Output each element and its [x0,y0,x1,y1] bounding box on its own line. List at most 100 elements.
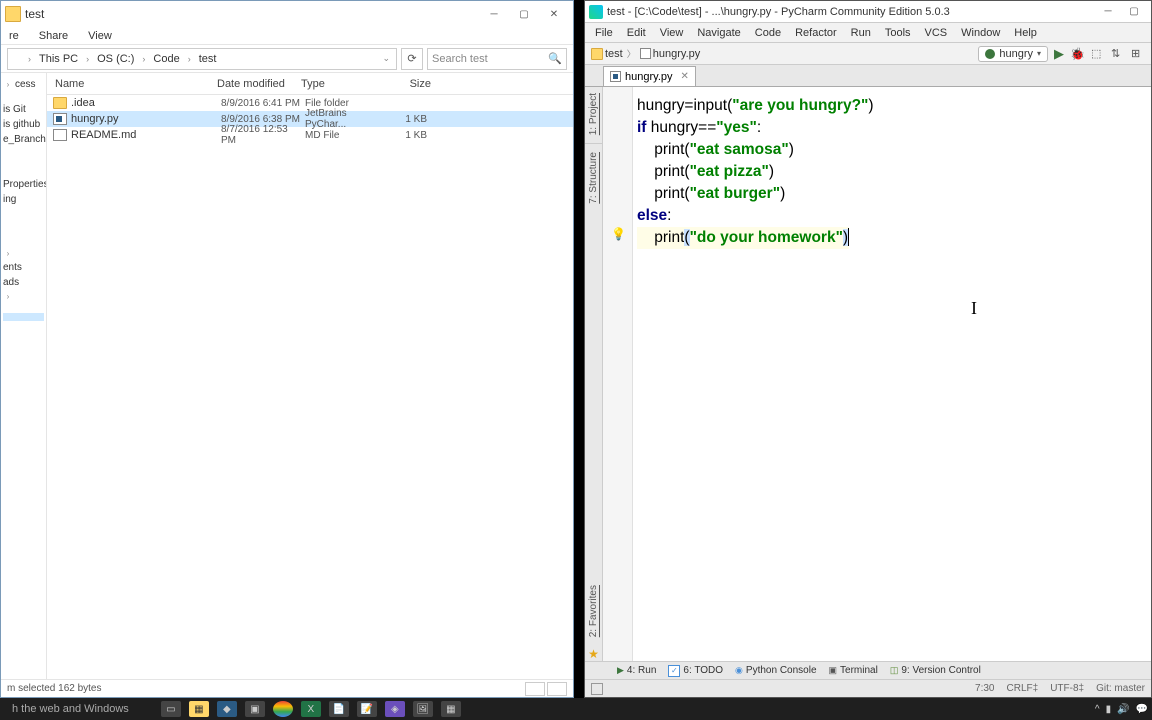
structure-tool[interactable]: 7: Structure [588,146,599,210]
menu-tools[interactable]: Tools [879,25,917,41]
intention-bulb-icon[interactable]: 💡 [611,227,626,241]
search-input[interactable]: Search test 🔍 [427,48,567,70]
line-separator[interactable]: CRLF‡ [1007,683,1039,694]
menu-view[interactable]: View [654,25,690,41]
chevron-right-icon[interactable]: › [84,54,91,64]
caret-position[interactable]: 7:30 [975,683,994,694]
volume-icon[interactable]: 🔊 [1117,704,1129,715]
menu-run[interactable]: Run [845,25,877,41]
menu-navigate[interactable]: Navigate [691,25,746,41]
maximize-button[interactable]: ▢ [1121,3,1147,21]
taskbar-search[interactable]: h the web and Windows [4,703,137,715]
breadcrumb-file[interactable]: hungry.py [640,48,701,60]
photos-icon[interactable]: 🖼 [413,701,433,717]
project-tool[interactable]: 1: Project [588,87,599,141]
ribbon-tab[interactable]: Share [39,30,68,42]
menu-vcs[interactable]: VCS [919,25,954,41]
col-name[interactable]: Name [47,78,217,90]
windows-taskbar[interactable]: h the web and Windows ▭ ▦ ◆ ▣ X 📄 📝 ◈ 🖼 … [0,698,1152,720]
task-view-icon[interactable]: ▭ [161,701,181,717]
system-tray[interactable]: ^ ▮ 🔊 💬 [1095,704,1148,715]
status-tool-icon[interactable] [591,683,603,695]
editor-area[interactable]: 💡 hungry=input("are you hungry?") if hun… [603,87,1151,661]
todo-tool[interactable]: 6: TODO [668,665,723,677]
view-large-icon[interactable] [547,682,567,696]
close-tab-icon[interactable]: ✕ [681,71,689,82]
python-file-icon [640,48,651,59]
run-button[interactable]: ▶ [1054,46,1064,62]
col-date[interactable]: Date modified [217,78,301,90]
dropdown-icon[interactable]: ⌄ [380,53,392,64]
chevron-right-icon[interactable]: › [26,54,33,64]
favorites-tool[interactable]: 2: Favorites [588,579,599,643]
file-explorer-icon[interactable]: ▦ [189,701,209,717]
menu-code[interactable]: Code [749,25,787,41]
nav-item-selected[interactable] [3,313,44,321]
nav-item[interactable]: ents [3,260,44,275]
file-encoding[interactable]: UTF-8‡ [1050,683,1084,694]
col-type[interactable]: Type [301,78,381,90]
breadcrumb-seg[interactable]: Code [149,51,183,67]
nav-item[interactable]: ›cess [3,77,44,92]
breadcrumb-project[interactable]: test [591,48,623,60]
git-branch[interactable]: Git: master [1096,683,1145,694]
ribbon-tab[interactable]: re [9,30,19,42]
menu-window[interactable]: Window [955,25,1006,41]
address-bar[interactable]: › This PC › OS (C:) › Code › test ⌄ [7,48,397,70]
terminal-tool[interactable]: Terminal [829,665,878,676]
menu-edit[interactable]: Edit [621,25,652,41]
tray-overflow-icon[interactable]: ^ [1095,704,1100,715]
breadcrumb-seg[interactable]: This PC [35,51,82,67]
app-icon[interactable]: ▦ [441,701,461,717]
minimize-button[interactable]: ─ [479,4,509,24]
nav-item[interactable]: Properties [3,177,44,192]
pycharm-titlebar[interactable]: test - [C:\Code\test] - ...\hungry.py - … [585,1,1151,23]
breadcrumb-seg[interactable]: test [195,51,221,67]
chrome-icon[interactable] [273,701,293,717]
search-icon[interactable]: ⊞ [1131,47,1145,61]
view-details-icon[interactable] [525,682,545,696]
minimize-button[interactable]: ─ [1095,3,1121,21]
star-icon: ★ [588,647,599,661]
update-icon[interactable]: ⇅ [1111,47,1125,61]
explorer-titlebar[interactable]: test ─ ▢ ✕ [1,1,573,27]
pycharm-icon[interactable]: ◆ [217,701,237,717]
file-row[interactable]: README.md8/7/2016 12:53 PMMD File1 KB [47,127,573,143]
nav-item[interactable]: is Git [3,102,44,117]
version-control-tool[interactable]: 9: Version Control [890,665,981,676]
app-icon[interactable]: 📝 [357,701,377,717]
menu-help[interactable]: Help [1008,25,1043,41]
nav-item[interactable]: is github [3,117,44,132]
run-config-selector[interactable]: hungry [978,46,1048,62]
nav-item[interactable]: ads [3,275,44,290]
run-tool[interactable]: 4: Run [617,665,656,676]
refresh-button[interactable]: ⟳ [401,48,423,70]
chevron-right-icon[interactable]: › [140,54,147,64]
nav-item[interactable]: › [3,290,44,303]
app-icon[interactable]: ▣ [245,701,265,717]
python-console-tool[interactable]: Python Console [735,665,816,676]
nav-item[interactable]: ing [3,192,44,207]
ribbon-tab[interactable]: View [88,30,112,42]
notifications-icon[interactable]: 💬 [1136,704,1148,715]
maximize-button[interactable]: ▢ [509,4,539,24]
app-icon[interactable]: 📄 [329,701,349,717]
chevron-right-icon[interactable]: › [186,54,193,64]
nav-item[interactable]: › [3,247,44,260]
gutter[interactable]: 💡 [603,87,633,661]
menu-refactor[interactable]: Refactor [789,25,843,41]
editor-tab[interactable]: hungry.py ✕ [603,66,696,86]
col-size[interactable]: Size [381,78,431,90]
breadcrumb-seg[interactable]: OS (C:) [93,51,138,67]
code-editor[interactable]: hungry=input("are you hungry?") if hungr… [633,87,1151,661]
debug-button[interactable]: 🐞 [1070,47,1085,61]
network-icon[interactable]: ▮ [1106,704,1112,715]
navigation-pane[interactable]: ›cess is Git is github e_Branch Properti… [1,73,47,679]
app-icon[interactable]: ◈ [385,701,405,717]
close-button[interactable]: ✕ [539,4,569,24]
file-row[interactable]: hungry.py8/9/2016 6:38 PMJetBrains PyCha… [47,111,573,127]
coverage-icon[interactable]: ⬚ [1091,47,1105,61]
nav-item[interactable]: e_Branch [3,132,44,147]
excel-icon[interactable]: X [301,701,321,717]
menu-file[interactable]: File [589,25,619,41]
